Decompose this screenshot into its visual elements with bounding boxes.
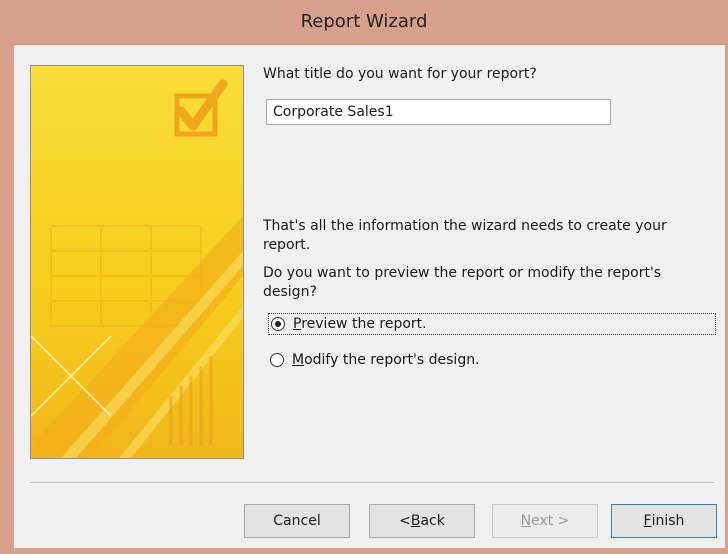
info-text: That's all the information the wizard ne…: [263, 218, 667, 253]
preview-report-label: Preview the report.: [293, 316, 427, 332]
window-title: Report Wizard: [300, 11, 428, 32]
preview-question-label: Do you want to preview the report or mod…: [263, 265, 662, 300]
footer-separator: [30, 482, 714, 484]
back-button[interactable]: < Back: [369, 504, 475, 538]
preview-report-option[interactable]: Preview the report.: [268, 313, 716, 335]
window-frame-left: [0, 44, 14, 554]
modify-design-label: Modify the report's design.: [292, 352, 480, 368]
modify-design-option[interactable]: Modify the report's design.: [270, 349, 480, 371]
title-question-label: What title do you want for your report?: [263, 66, 537, 82]
cancel-button[interactable]: Cancel: [244, 504, 350, 538]
report-title-input[interactable]: [266, 99, 611, 125]
next-button: Next >: [492, 504, 598, 538]
finish-button[interactable]: Finish: [611, 504, 717, 538]
wizard-illustration-svg: [31, 66, 243, 458]
radio-unselected-icon[interactable]: [270, 353, 284, 367]
wizard-illustration: [30, 65, 244, 459]
title-bar: Report Wizard: [0, 0, 728, 45]
radio-selected-icon[interactable]: [271, 317, 285, 331]
window-frame-bottom: [0, 548, 728, 554]
